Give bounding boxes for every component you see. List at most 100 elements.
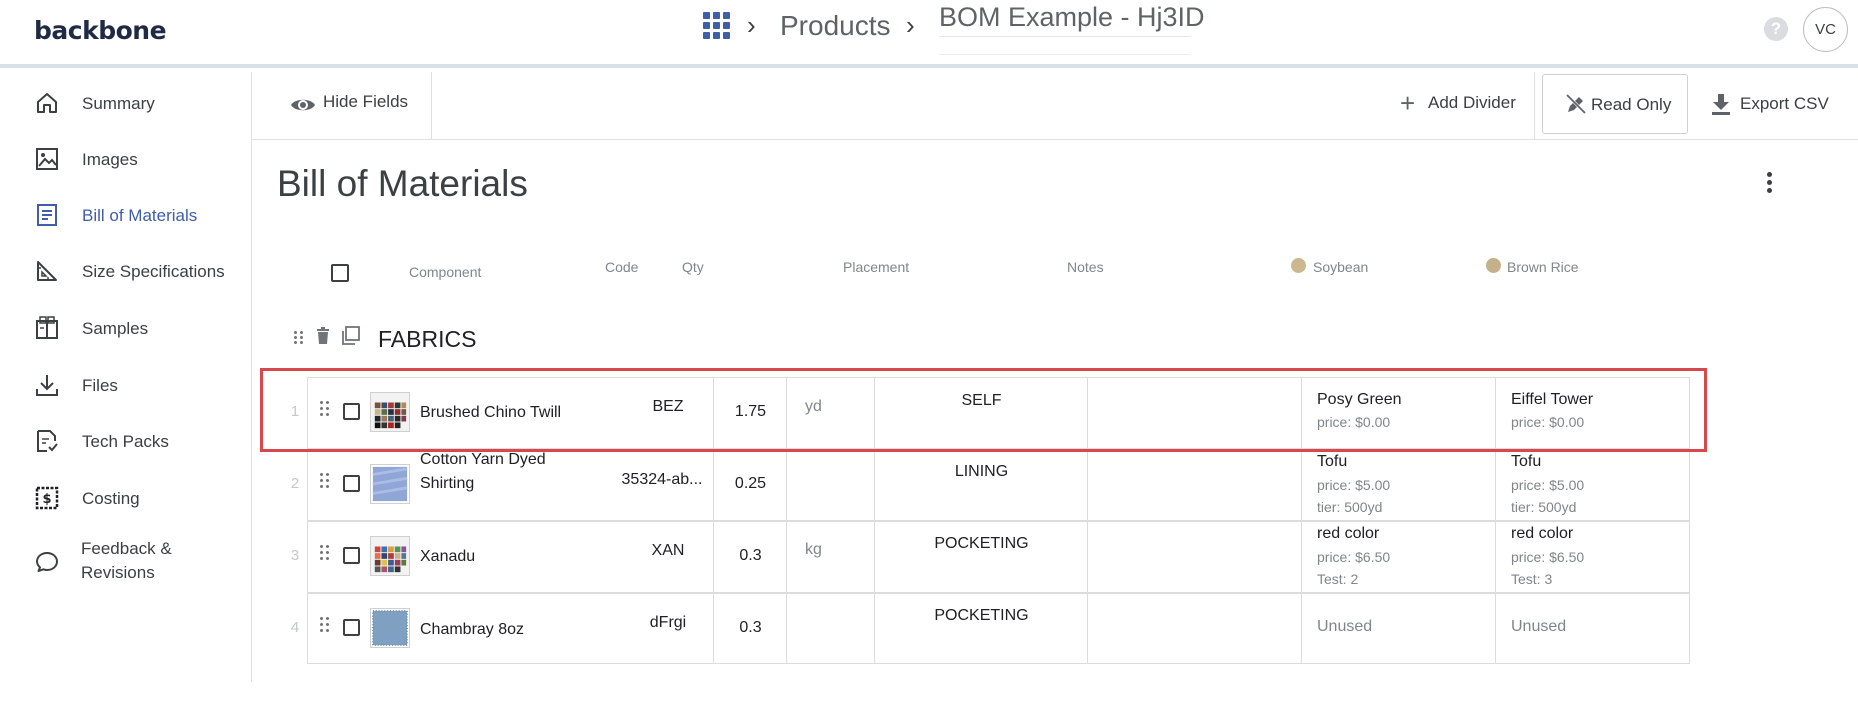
home-icon bbox=[37, 93, 57, 113]
unit-cell[interactable] bbox=[787, 449, 875, 521]
notes-cell[interactable] bbox=[1088, 521, 1302, 593]
sidebar-item-summary[interactable]: Summary bbox=[18, 82, 252, 122]
sidebar-item-label: Files bbox=[82, 376, 118, 395]
row-number: 2 bbox=[290, 475, 300, 492]
breadcrumb-products[interactable]: Products bbox=[780, 10, 891, 42]
row-number: 4 bbox=[290, 619, 300, 636]
receipt-icon bbox=[37, 204, 57, 226]
trash-icon[interactable] bbox=[316, 327, 330, 345]
sidebar-item-images[interactable]: Images bbox=[18, 138, 252, 178]
placement-value: POCKETING bbox=[934, 607, 1029, 624]
drag-handle-icon[interactable] bbox=[320, 617, 330, 633]
select-all-checkbox[interactable] bbox=[331, 264, 349, 282]
sidebar-item-bill-of-materials[interactable]: Bill of Materials bbox=[18, 194, 252, 234]
table-row[interactable]: 3 Xanadu XAN 0.3 kg POCKETING red color … bbox=[290, 521, 1690, 593]
unit-cell[interactable] bbox=[787, 521, 875, 593]
sidebar-nav: Summary Images Bill of Materials Size Sp… bbox=[18, 72, 252, 682]
column-header-qty[interactable]: Qty bbox=[682, 259, 704, 275]
sidebar-item-files[interactable]: Files bbox=[18, 364, 252, 404]
dollar-icon: $ bbox=[35, 486, 59, 510]
column-header-soybean[interactable]: Soybean bbox=[1313, 259, 1368, 275]
row-number: 3 bbox=[290, 547, 300, 564]
placement-cell[interactable] bbox=[875, 521, 1088, 593]
fabric-thumbnail[interactable] bbox=[370, 536, 410, 576]
unused-value: Unused bbox=[1317, 618, 1373, 635]
download-icon bbox=[1712, 94, 1730, 115]
color-name: red color bbox=[1317, 525, 1380, 542]
sidebar-item-label: Bill of Materials bbox=[82, 206, 198, 225]
top-header: backbone › Products › BOM Example - Hj3I… bbox=[0, 0, 1858, 68]
help-icon[interactable]: ? bbox=[1764, 17, 1788, 41]
ruler-icon bbox=[37, 261, 57, 281]
sidebar-item-label-line1: Feedback & bbox=[81, 539, 172, 558]
page-title: Bill of Materials bbox=[277, 163, 528, 204]
copy-icon[interactable] bbox=[340, 326, 360, 346]
apps-grid-icon[interactable] bbox=[703, 12, 730, 39]
placement-cell[interactable] bbox=[875, 449, 1088, 521]
code-value: dFrgi bbox=[649, 614, 687, 631]
color-name: Tofu bbox=[1317, 453, 1348, 470]
image-icon bbox=[36, 148, 58, 170]
more-options-icon[interactable] bbox=[1765, 172, 1773, 196]
sidebar-item-samples[interactable]: Samples bbox=[18, 307, 252, 347]
app-root: backbone › Products › BOM Example - Hj3I… bbox=[0, 0, 1858, 702]
row-checkbox[interactable] bbox=[343, 547, 360, 564]
chevron-right-icon: › bbox=[906, 10, 915, 40]
color-name: red color bbox=[1511, 525, 1574, 542]
sidebar-item-tech-packs[interactable]: Tech Packs bbox=[18, 420, 252, 460]
fabric-thumbnail[interactable] bbox=[370, 464, 410, 504]
color-name: Tofu bbox=[1511, 453, 1542, 470]
bom-toolbar: Hide Fields + Add Divider Read Only Expo… bbox=[252, 72, 1858, 140]
unused-value: Unused bbox=[1511, 618, 1567, 635]
toolbar-divider bbox=[1534, 72, 1535, 140]
plus-icon: + bbox=[1400, 88, 1416, 118]
sidebar-item-label: Costing bbox=[82, 489, 140, 508]
sidebar-item-label: Samples bbox=[82, 319, 149, 338]
color-swatch-brown-rice bbox=[1486, 258, 1501, 273]
placement-cell[interactable] bbox=[875, 593, 1088, 664]
sidebar-item-feedback-revisions[interactable]: Feedback & Revisions bbox=[18, 533, 252, 593]
add-divider-label: Add Divider bbox=[1428, 93, 1516, 112]
placement-value: LINING bbox=[954, 463, 1009, 480]
row-highlight-box bbox=[260, 368, 1707, 452]
sidebar-item-label: Summary bbox=[82, 94, 155, 113]
read-only-label: Read Only bbox=[1591, 95, 1672, 114]
drag-handle-icon[interactable] bbox=[294, 331, 303, 344]
sidebar-item-size-specifications[interactable]: Size Specifications bbox=[18, 250, 252, 290]
color-price: price: $5.00 bbox=[1317, 477, 1391, 493]
sidebar-item-costing[interactable]: $ Costing bbox=[18, 477, 252, 517]
fabric-thumbnail[interactable] bbox=[370, 608, 410, 648]
breadcrumb-current-product[interactable]: BOM Example - Hj3ID bbox=[939, 2, 1205, 33]
backbone-logo[interactable]: backbone bbox=[34, 16, 167, 45]
edit-off-icon bbox=[1565, 93, 1587, 115]
column-header-placement[interactable]: Placement bbox=[843, 259, 909, 275]
sidebar-item-label: Images bbox=[82, 150, 138, 169]
color-test: Test: 2 bbox=[1317, 571, 1359, 587]
file-check-icon bbox=[37, 430, 58, 452]
group-title-fabrics[interactable]: FABRICS bbox=[378, 326, 476, 353]
table-row[interactable]: 2 Cotton Yarn Dyed Shirting 35324-ab... … bbox=[290, 449, 1690, 521]
unit-value: kg bbox=[805, 541, 822, 558]
download-icon bbox=[36, 375, 58, 396]
row-checkbox[interactable] bbox=[343, 619, 360, 636]
read-only-button[interactable]: Read Only bbox=[1542, 74, 1688, 134]
notes-cell[interactable] bbox=[1088, 593, 1302, 664]
column-header-brown-rice[interactable]: Brown Rice bbox=[1507, 259, 1579, 275]
hide-fields-button[interactable]: Hide Fields bbox=[252, 72, 432, 140]
column-header-code[interactable]: Code bbox=[605, 259, 638, 275]
drag-handle-icon[interactable] bbox=[320, 473, 330, 489]
sidebar-item-label: Tech Packs bbox=[82, 432, 169, 451]
row-checkbox[interactable] bbox=[343, 475, 360, 492]
table-row[interactable]: 4 Chambray 8oz dFrgi 0.3 POCKETING Unuse… bbox=[290, 593, 1690, 665]
drag-handle-icon[interactable] bbox=[320, 545, 330, 561]
color-price: price: $6.50 bbox=[1511, 549, 1585, 565]
notes-cell[interactable] bbox=[1088, 449, 1302, 521]
export-csv-button[interactable]: Export CSV bbox=[1710, 90, 1850, 120]
column-header-component[interactable]: Component bbox=[409, 264, 481, 280]
user-avatar[interactable]: VC bbox=[1803, 7, 1848, 52]
column-header-notes[interactable]: Notes bbox=[1067, 259, 1104, 275]
title-input-underline bbox=[939, 36, 1191, 55]
unit-cell[interactable] bbox=[787, 593, 875, 664]
svg-text:$: $ bbox=[42, 492, 51, 507]
color-test: Test: 3 bbox=[1511, 571, 1553, 587]
